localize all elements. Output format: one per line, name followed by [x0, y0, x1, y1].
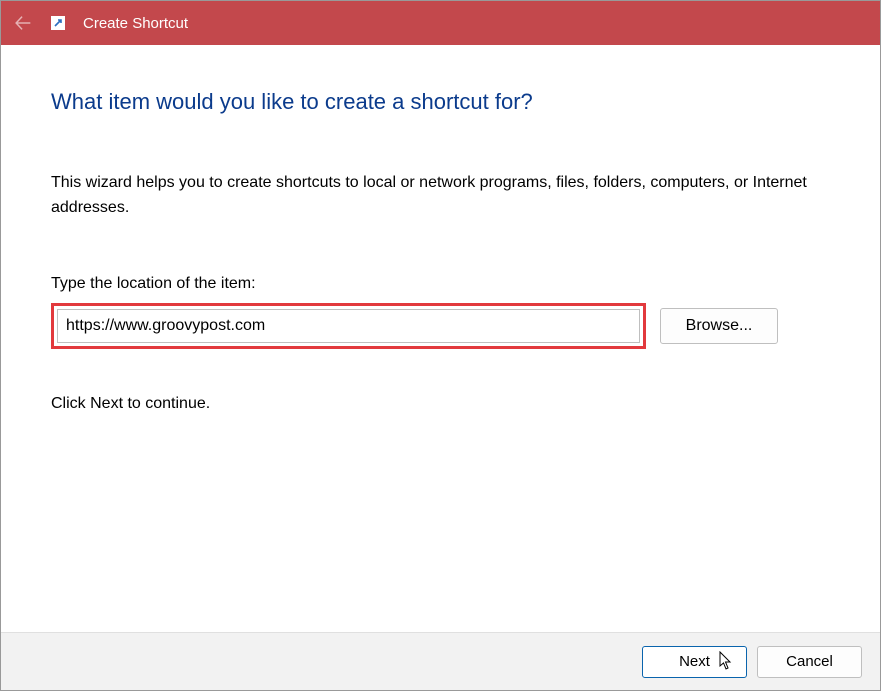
location-input[interactable] [57, 309, 640, 343]
location-label: Type the location of the item: [51, 275, 830, 293]
next-button[interactable]: Next [642, 646, 747, 678]
next-button-label: Next [679, 653, 710, 670]
shortcut-icon [51, 16, 65, 30]
wizard-content: What item would you like to create a sho… [1, 45, 880, 413]
browse-button[interactable]: Browse... [660, 308, 778, 344]
titlebar: Create Shortcut [1, 1, 880, 45]
continue-instruction: Click Next to continue. [51, 395, 830, 413]
page-heading: What item would you like to create a sho… [51, 89, 830, 115]
location-input-highlight [51, 303, 646, 349]
back-arrow-icon[interactable] [9, 9, 37, 37]
cancel-button[interactable]: Cancel [757, 646, 862, 678]
wizard-footer: Next Cancel [1, 632, 880, 690]
wizard-description: This wizard helps you to create shortcut… [51, 171, 830, 221]
cursor-icon [719, 650, 734, 674]
location-row: Browse... [51, 303, 830, 349]
window-title: Create Shortcut [83, 15, 188, 32]
